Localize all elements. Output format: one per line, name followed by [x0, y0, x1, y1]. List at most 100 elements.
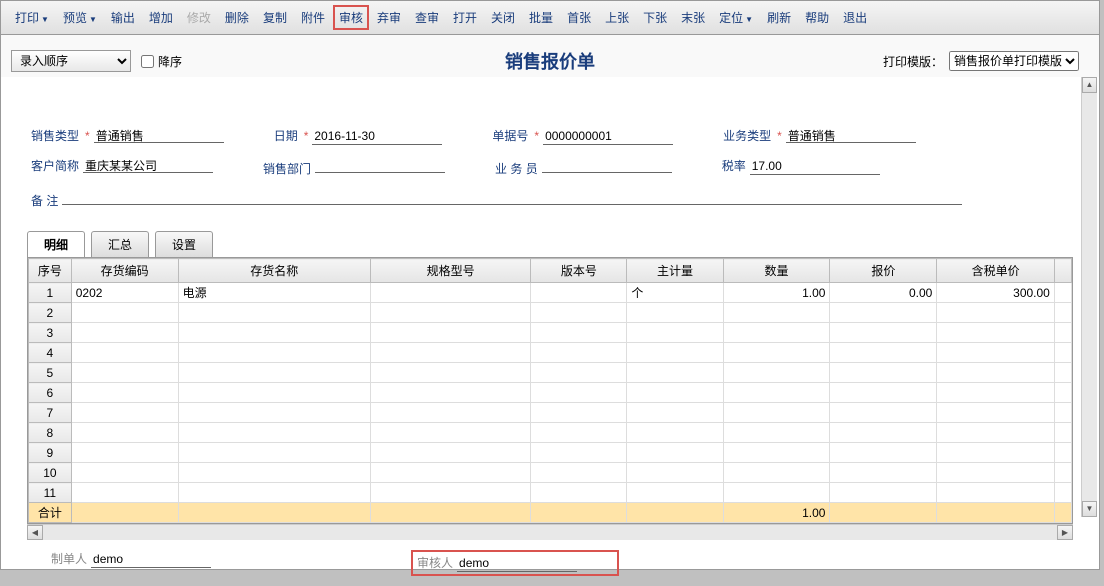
- table-row[interactable]: 9: [29, 443, 1072, 463]
- cell-name[interactable]: [178, 323, 370, 343]
- col-taxprice[interactable]: 含税单价: [937, 259, 1055, 283]
- cell-qty[interactable]: [723, 403, 830, 423]
- toolbar-add[interactable]: 增加: [143, 5, 179, 30]
- toolbar-delete[interactable]: 删除: [219, 5, 255, 30]
- cell-code[interactable]: [71, 383, 178, 403]
- scroll-up-icon[interactable]: ▲: [1082, 77, 1097, 93]
- cell-price[interactable]: [830, 483, 937, 503]
- vertical-scrollbar[interactable]: ▲ ▼: [1081, 77, 1097, 517]
- cell-unit[interactable]: [627, 463, 723, 483]
- tab-detail[interactable]: 明细: [27, 231, 85, 257]
- toolbar-prev[interactable]: 上张: [599, 5, 635, 30]
- col-price[interactable]: 报价: [830, 259, 937, 283]
- dept-value[interactable]: [315, 157, 445, 173]
- cell-code[interactable]: [71, 363, 178, 383]
- cell-price[interactable]: 0.00: [830, 283, 937, 303]
- salesman-value[interactable]: [542, 157, 672, 173]
- print-template-select[interactable]: 销售报价单打印模版: [949, 51, 1079, 71]
- table-row[interactable]: 10: [29, 463, 1072, 483]
- toolbar-batch[interactable]: 批量: [523, 5, 559, 30]
- horizontal-scrollbar[interactable]: ◀ ▶: [27, 524, 1073, 540]
- cell-taxprice[interactable]: [937, 483, 1055, 503]
- cell-version[interactable]: [531, 323, 627, 343]
- cell-qty[interactable]: 1.00: [723, 283, 830, 303]
- cell-unit[interactable]: [627, 383, 723, 403]
- cell-code[interactable]: [71, 303, 178, 323]
- cell-version[interactable]: [531, 403, 627, 423]
- cell-qty[interactable]: [723, 303, 830, 323]
- cell-qty[interactable]: [723, 423, 830, 443]
- cell-version[interactable]: [531, 423, 627, 443]
- cell-unit[interactable]: [627, 363, 723, 383]
- cell-qty[interactable]: [723, 383, 830, 403]
- cell-price[interactable]: [830, 463, 937, 483]
- table-row[interactable]: 4: [29, 343, 1072, 363]
- cell-spec[interactable]: [370, 403, 530, 423]
- cell-spec[interactable]: [370, 443, 530, 463]
- cell-code[interactable]: [71, 323, 178, 343]
- cell-taxprice[interactable]: [937, 383, 1055, 403]
- cell-unit[interactable]: [627, 483, 723, 503]
- col-seq[interactable]: 序号: [29, 259, 72, 283]
- customer-value[interactable]: 重庆某某公司: [83, 157, 213, 173]
- cell-name[interactable]: [178, 423, 370, 443]
- toolbar-attach[interactable]: 附件: [295, 5, 331, 30]
- cell-taxprice[interactable]: [937, 403, 1055, 423]
- scroll-right-icon[interactable]: ▶: [1057, 525, 1073, 540]
- cell-price[interactable]: [830, 383, 937, 403]
- table-row[interactable]: 2: [29, 303, 1072, 323]
- toolbar-open[interactable]: 打开: [447, 5, 483, 30]
- cell-spec[interactable]: [370, 303, 530, 323]
- sale-type-value[interactable]: 普通销售: [94, 127, 224, 143]
- cell-name[interactable]: [178, 403, 370, 423]
- cell-code[interactable]: 0202: [71, 283, 178, 303]
- cell-code[interactable]: [71, 423, 178, 443]
- toolbar-next[interactable]: 下张: [637, 5, 673, 30]
- cell-name[interactable]: [178, 363, 370, 383]
- cell-code[interactable]: [71, 443, 178, 463]
- cell-unit[interactable]: [627, 403, 723, 423]
- order-select[interactable]: 录入顺序: [11, 50, 131, 72]
- cell-name[interactable]: [178, 343, 370, 363]
- cell-version[interactable]: [531, 343, 627, 363]
- cell-code[interactable]: [71, 463, 178, 483]
- cell-unit[interactable]: [627, 323, 723, 343]
- tab-summary[interactable]: 汇总: [91, 231, 149, 257]
- cell-price[interactable]: [830, 423, 937, 443]
- cell-taxprice[interactable]: [937, 303, 1055, 323]
- cell-spec[interactable]: [370, 363, 530, 383]
- table-row[interactable]: 5: [29, 363, 1072, 383]
- cell-unit[interactable]: [627, 343, 723, 363]
- cell-name[interactable]: [178, 483, 370, 503]
- cell-price[interactable]: [830, 303, 937, 323]
- col-spec[interactable]: 规格型号: [370, 259, 530, 283]
- table-row[interactable]: 7: [29, 403, 1072, 423]
- toolbar-refresh[interactable]: 刷新: [761, 5, 797, 30]
- cell-price[interactable]: [830, 403, 937, 423]
- biz-type-value[interactable]: 普通销售: [786, 127, 916, 143]
- data-grid[interactable]: 序号 存货编码 存货名称 规格型号 版本号 主计量 数量 报价 含税单价 102…: [28, 258, 1072, 523]
- cell-taxprice[interactable]: [937, 343, 1055, 363]
- cell-qty[interactable]: [723, 463, 830, 483]
- cell-spec[interactable]: [370, 383, 530, 403]
- cell-version[interactable]: [531, 463, 627, 483]
- table-row[interactable]: 10202电源个1.000.00300.00: [29, 283, 1072, 303]
- remark-value[interactable]: [62, 189, 962, 205]
- cell-code[interactable]: [71, 403, 178, 423]
- col-code[interactable]: 存货编码: [71, 259, 178, 283]
- cell-name[interactable]: 电源: [178, 283, 370, 303]
- cell-version[interactable]: [531, 283, 627, 303]
- toolbar-locate[interactable]: 定位▼: [713, 5, 759, 30]
- table-row[interactable]: 11: [29, 483, 1072, 503]
- cell-name[interactable]: [178, 303, 370, 323]
- cell-unit[interactable]: [627, 423, 723, 443]
- cell-price[interactable]: [830, 323, 937, 343]
- toolbar-audit[interactable]: 审核: [333, 5, 369, 30]
- cell-unit[interactable]: [627, 443, 723, 463]
- cell-spec[interactable]: [370, 483, 530, 503]
- toolbar-copy[interactable]: 复制: [257, 5, 293, 30]
- cell-price[interactable]: [830, 443, 937, 463]
- cell-version[interactable]: [531, 443, 627, 463]
- tax-rate-value[interactable]: 17.00: [750, 159, 880, 175]
- toolbar-first[interactable]: 首张: [561, 5, 597, 30]
